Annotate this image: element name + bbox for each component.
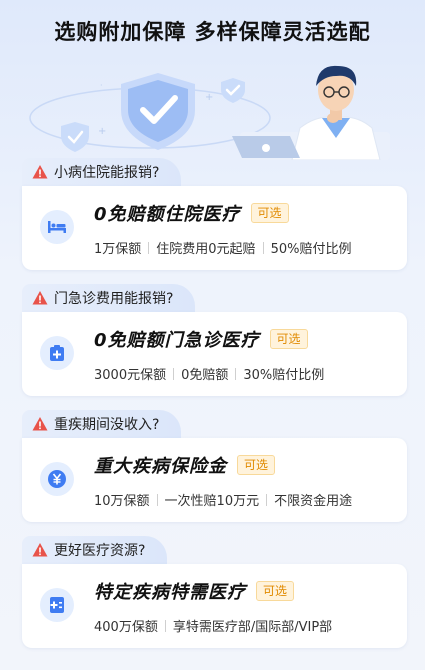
hero-illustration: + + ·: [0, 58, 425, 160]
coverage-title: 0免赔额门急诊医疗: [94, 330, 260, 351]
optional-badge[interactable]: 可选: [250, 203, 289, 223]
coverage-card-special-medical[interactable]: 特定疾病特需医疗 可选 400万保额 享特需医疗部/国际部/VIP部: [22, 564, 407, 648]
detail-item: 1万保额: [94, 242, 142, 257]
yen-icon: [40, 462, 74, 496]
coverage-title: 特定疾病特需医疗: [94, 582, 246, 603]
detail-item: 享特需医疗部/国际部/VIP部: [172, 620, 333, 635]
clinic-icon: [40, 336, 74, 370]
page: 选购附加保障 多样保障灵活选配 + + · 小病住院能报销? 0免赔额住院医疗 …: [0, 0, 425, 670]
coverage-card-hospital[interactable]: 0免赔额住院医疗 可选 1万保额 住院费用0元起赔 50%赔付比例: [22, 186, 407, 270]
svg-text:·: ·: [100, 81, 103, 90]
doctor-illustration: + + ·: [29, 65, 390, 160]
detail-item: 30%赔付比例: [243, 368, 325, 383]
divider: [156, 493, 158, 506]
coverage-details: 400万保额 享特需医疗部/国际部/VIP部: [94, 616, 332, 635]
divider: [173, 367, 175, 380]
coverage-card-critical-illness[interactable]: 重大疾病保险金 可选 10万保额 一次性赔10万元 不限资金用途: [22, 438, 407, 522]
detail-item: 3000元保额: [94, 368, 167, 383]
section-special-medical: 更好医疗资源? 特定疾病特需医疗 可选 400万保额 享特需医疗部/国际部/VI…: [22, 536, 407, 648]
optional-badge[interactable]: 可选: [237, 455, 276, 475]
title-row: 0免赔额住院医疗 可选: [94, 200, 289, 226]
detail-item: 住院费用0元起赔: [156, 242, 256, 257]
warning-icon: [32, 291, 48, 305]
detail-item: 不限资金用途: [274, 494, 353, 509]
coverage-details: 1万保额 住院费用0元起赔 50%赔付比例: [94, 238, 351, 257]
bed-icon: [40, 210, 74, 244]
medical-file-icon: [40, 588, 74, 622]
coverage-title: 0免赔额住院医疗: [94, 204, 241, 225]
question-tag: 门急诊费用能报销?: [22, 284, 196, 312]
title-row: 0免赔额门急诊医疗 可选: [94, 326, 308, 352]
question-text: 重疾期间没收入?: [54, 417, 160, 433]
divider: [148, 241, 150, 254]
divider: [262, 241, 264, 254]
detail-item: 0免赔额: [181, 368, 229, 383]
coverage-details: 10万保额 一次性赔10万元 不限资金用途: [94, 490, 352, 509]
warning-icon: [32, 543, 48, 557]
svg-text:+: +: [205, 92, 213, 103]
detail-item: 400万保额: [94, 620, 158, 635]
section-critical-illness: 重疾期间没收入? 重大疾病保险金 可选 10万保额 一次性赔10万元 不限资金用…: [22, 410, 407, 522]
question-tag: 小病住院能报销?: [22, 158, 182, 186]
headline: 选购附加保障 多样保障灵活选配: [54, 20, 371, 44]
question-tag: 更好医疗资源?: [22, 536, 168, 564]
coverage-title: 重大疾病保险金: [94, 456, 227, 477]
detail-item: 50%赔付比例: [270, 242, 352, 257]
divider: [266, 493, 268, 506]
detail-item: 一次性赔10万元: [164, 494, 260, 509]
section-outpatient: 门急诊费用能报销? 0免赔额门急诊医疗 可选 3000元保额 0免赔额 30%赔…: [22, 284, 407, 396]
detail-item: 10万保额: [94, 494, 150, 509]
title-row: 特定疾病特需医疗 可选: [94, 578, 295, 604]
coverage-card-outpatient[interactable]: 0免赔额门急诊医疗 可选 3000元保额 0免赔额 30%赔付比例: [22, 312, 407, 396]
svg-text:+: +: [98, 126, 106, 137]
question-text: 门急诊费用能报销?: [54, 291, 174, 307]
title-row: 重大疾病保险金 可选: [94, 452, 276, 478]
optional-badge[interactable]: 可选: [256, 581, 295, 601]
question-text: 更好医疗资源?: [54, 543, 146, 559]
divider: [164, 619, 166, 632]
warning-icon: [32, 417, 48, 431]
optional-badge[interactable]: 可选: [269, 329, 308, 349]
divider: [235, 367, 237, 380]
warning-icon: [32, 165, 48, 179]
coverage-details: 3000元保额 0免赔额 30%赔付比例: [94, 364, 324, 383]
section-hospital: 小病住院能报销? 0免赔额住院医疗 可选 1万保额 住院费用0元起赔 50%赔付…: [22, 158, 407, 270]
question-text: 小病住院能报销?: [54, 165, 160, 181]
question-tag: 重疾期间没收入?: [22, 410, 182, 438]
